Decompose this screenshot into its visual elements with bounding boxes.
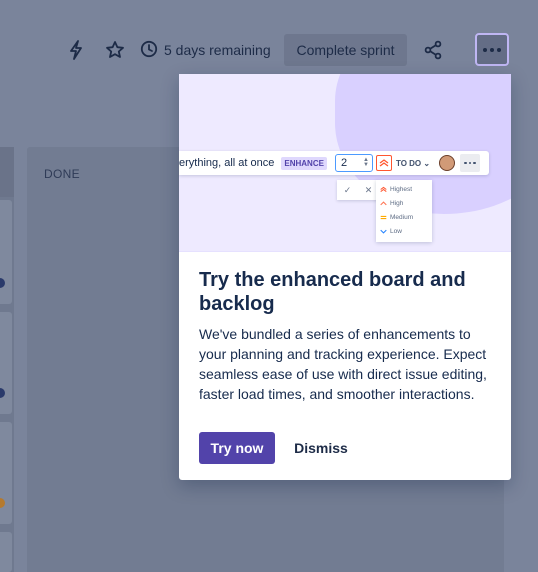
issue-card[interactable] [0,422,12,524]
popup-illustration: erything, all at once ENHANCE 2 ▲ ▼ TO DO… [179,74,511,252]
column-header [0,147,14,197]
try-now-button[interactable]: Try now [199,432,275,464]
priority-highest-icon [380,186,387,193]
clock-icon [140,40,158,61]
illustration-issue-row: erything, all at once ENHANCE 2 ▲ ▼ TO DO… [179,151,489,175]
popup-title: Try the enhanced board and backlog [199,269,466,315]
illustration-enhance-tag: ENHANCE [281,156,327,170]
more-dots-icon [483,47,487,52]
priority-medium-icon [380,215,387,220]
board-toolbar: 5 days remaining Complete sprint [0,32,538,68]
priority-highest-icon [375,155,392,171]
divider [179,251,511,252]
share-icon[interactable] [421,38,445,62]
story-points-value: 2 [340,157,348,169]
more-dots-icon [460,154,481,172]
popup-description: We've bundled a series of enhancements t… [199,326,487,402]
column-title-done: DONE [44,167,80,181]
sprint-remaining: 5 days remaining [140,38,271,62]
illustration-priority-menu: Highest High Medium Low [376,180,432,242]
priority-option: Medium [380,214,413,221]
avatar [0,388,5,398]
stepper-icon: ▲ ▼ [362,157,369,168]
priority-high-icon [380,201,387,206]
priority-option: Low [380,228,402,235]
illustration-status: TO DO ⌄ [395,158,431,168]
avatar [0,498,5,508]
priority-low-icon [380,229,387,234]
complete-sprint-button[interactable]: Complete sprint [284,34,407,66]
avatar [439,155,456,171]
issue-card[interactable] [0,200,12,304]
remaining-text: 5 days remaining [164,42,271,58]
illustration-issue-text: erything, all at once [179,157,275,169]
lightning-icon[interactable] [64,38,88,62]
illustration-story-points: 2 ▲ ▼ [334,154,373,172]
check-icon: ✓ [343,184,352,195]
star-icon[interactable] [103,38,127,62]
enhanced-board-popup: erything, all at once ENHANCE 2 ▲ ▼ TO DO… [179,74,511,480]
dismiss-button[interactable]: Dismiss [283,432,359,464]
issue-card[interactable] [0,312,12,414]
close-icon: ✕ [364,184,373,195]
more-actions-button[interactable] [475,33,509,66]
priority-option: High [380,200,403,207]
issue-card[interactable] [0,532,12,572]
priority-option: Highest [380,186,412,193]
avatar [0,278,5,288]
illustration-edit-actions: ✓ ✕ [337,180,379,200]
